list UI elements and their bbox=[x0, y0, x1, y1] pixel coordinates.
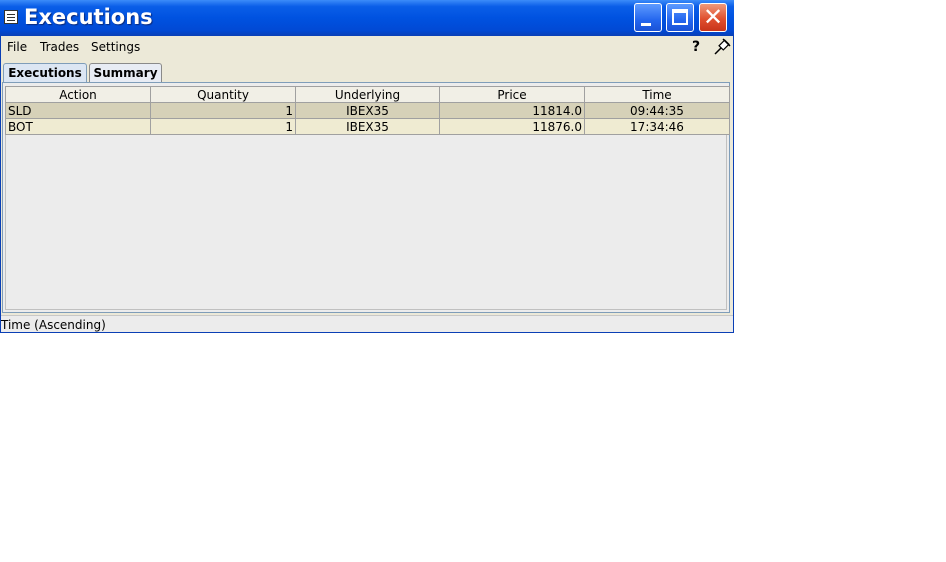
cell-time: 09:44:35 bbox=[584, 102, 730, 119]
executions-window: Executions ✕ File Trades Settings ? Exec… bbox=[0, 0, 734, 333]
executions-table-area[interactable]: Action Quantity Underlying Price Time SL… bbox=[5, 86, 730, 310]
sort-status: Time (Ascending) bbox=[1, 318, 106, 332]
cell-time: 17:34:46 bbox=[584, 118, 730, 135]
cell-action: SLD bbox=[5, 102, 151, 119]
menu-file[interactable]: File bbox=[7, 40, 27, 54]
cell-quantity: 1 bbox=[150, 118, 296, 135]
tab-summary[interactable]: Summary bbox=[89, 63, 162, 82]
cell-price: 11876.0 bbox=[439, 118, 585, 135]
column-header-quantity[interactable]: Quantity bbox=[150, 86, 296, 103]
column-header-action[interactable]: Action bbox=[5, 86, 151, 103]
close-button[interactable]: ✕ bbox=[699, 3, 727, 32]
table-row[interactable]: SLD 1 IBEX35 11814.0 09:44:35 bbox=[5, 102, 730, 119]
window-title: Executions bbox=[24, 5, 153, 29]
maximize-button[interactable] bbox=[666, 3, 694, 32]
executions-table: Action Quantity Underlying Price Time SL… bbox=[5, 86, 730, 135]
tab-executions[interactable]: Executions bbox=[3, 63, 87, 82]
close-icon: ✕ bbox=[702, 3, 724, 31]
column-header-time[interactable]: Time bbox=[584, 86, 730, 103]
window-border-bottom bbox=[0, 332, 734, 333]
maximize-icon bbox=[672, 9, 688, 25]
cell-underlying: IBEX35 bbox=[295, 118, 440, 135]
menu-file-label: File bbox=[7, 40, 28, 54]
menu-settings-label: Settings bbox=[91, 40, 141, 54]
menu-settings[interactable]: Settings bbox=[91, 40, 140, 54]
cell-price: 11814.0 bbox=[439, 102, 585, 119]
tab-strip: Executions Summary bbox=[0, 60, 734, 82]
table-header-row: Action Quantity Underlying Price Time bbox=[5, 86, 730, 103]
window-border-right bbox=[733, 36, 734, 333]
cell-action: BOT bbox=[5, 118, 151, 135]
executions-panel: Action Quantity Underlying Price Time SL… bbox=[2, 82, 730, 313]
window-menu-icon[interactable] bbox=[4, 10, 18, 24]
title-bar[interactable]: Executions ✕ bbox=[0, 0, 734, 36]
column-header-underlying[interactable]: Underlying bbox=[295, 86, 440, 103]
minimize-icon bbox=[641, 23, 651, 26]
menu-trades-label: Trades bbox=[40, 40, 80, 54]
help-icon[interactable]: ? bbox=[692, 39, 700, 55]
column-header-price[interactable]: Price bbox=[439, 86, 585, 103]
window-border-left bbox=[0, 36, 1, 333]
minimize-button[interactable] bbox=[634, 3, 662, 32]
pin-icon[interactable] bbox=[713, 38, 731, 56]
menu-trades[interactable]: Trades bbox=[40, 40, 79, 54]
table-row[interactable]: BOT 1 IBEX35 11876.0 17:34:46 bbox=[5, 118, 730, 135]
cell-underlying: IBEX35 bbox=[295, 102, 440, 119]
status-bar: Time (Ascending) bbox=[0, 315, 734, 333]
cell-quantity: 1 bbox=[150, 102, 296, 119]
menu-bar: File Trades Settings ? bbox=[0, 36, 734, 60]
